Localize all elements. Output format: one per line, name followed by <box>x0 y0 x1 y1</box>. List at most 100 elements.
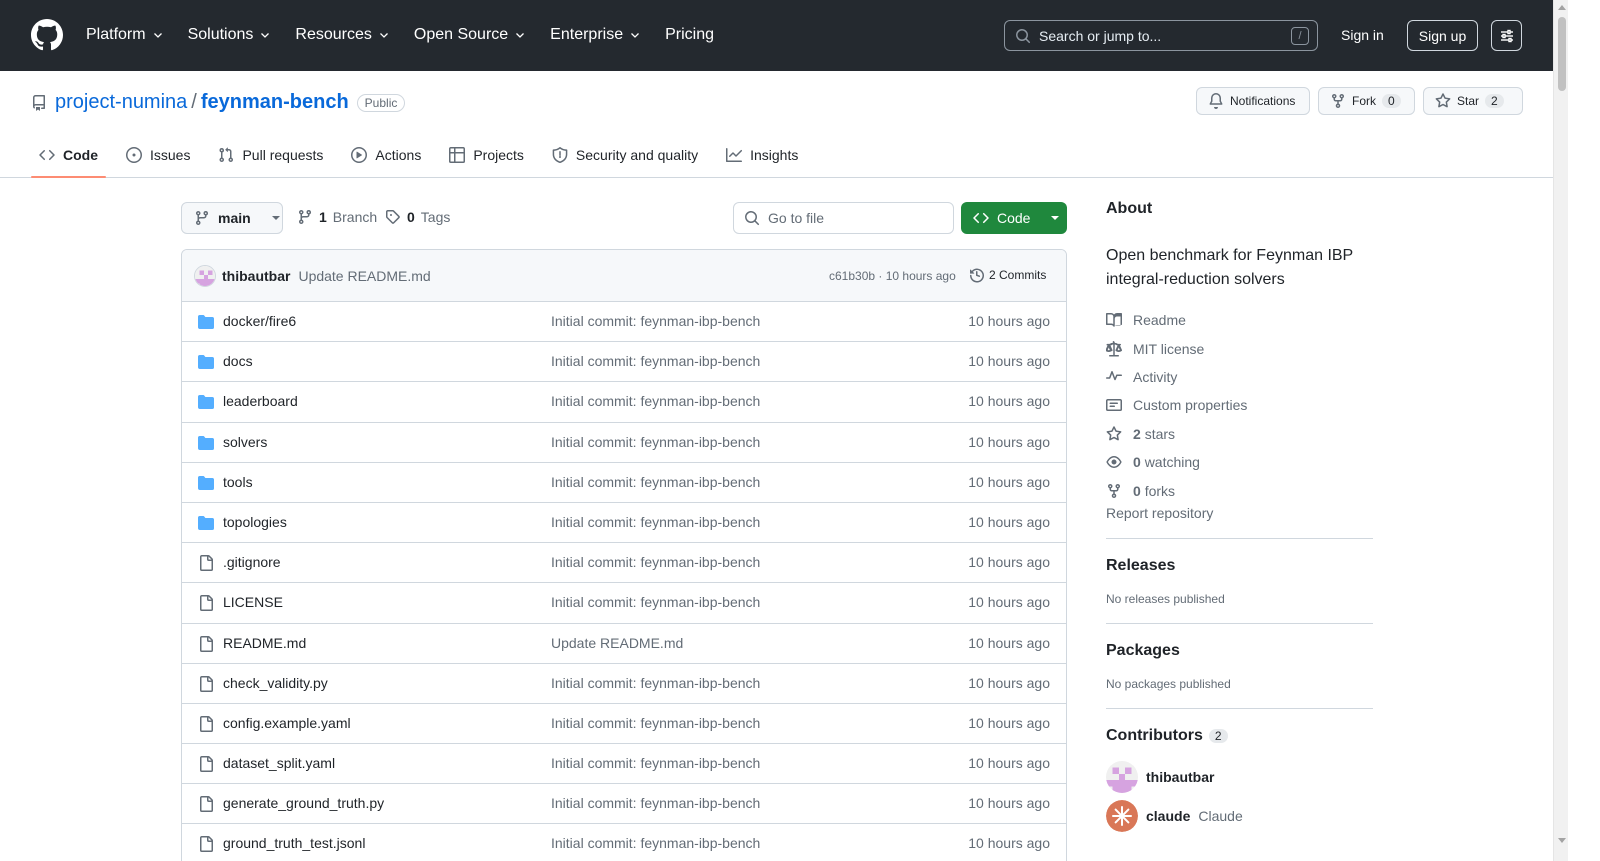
file-name-link[interactable]: docker/fire6 <box>223 313 296 329</box>
file-row[interactable]: LICENSE Initial commit: feynman-ibp-bench… <box>182 583 1066 624</box>
file-name-link[interactable]: config.example.yaml <box>223 715 351 731</box>
commit-message-link[interactable]: Update README.md <box>298 268 430 284</box>
file-row[interactable]: solvers Initial commit: feynman-ibp-bench… <box>182 423 1066 463</box>
nav-resources[interactable]: Resources <box>295 24 389 46</box>
page-scrollbar[interactable] <box>1553 0 1568 861</box>
contributors-heading[interactable]: Contributors 2 <box>1106 727 1373 745</box>
file-name-link[interactable]: tools <box>223 474 253 490</box>
file-name-link[interactable]: dataset_split.yaml <box>223 755 335 771</box>
contributor-thibautbar[interactable]: thibautbar <box>1106 760 1373 793</box>
commit-hash-time[interactable]: c61b30b · 10 hours ago <box>829 269 956 283</box>
file-commit-message-link[interactable]: Initial commit: feynman-ibp-bench <box>551 554 760 570</box>
about-link-forks[interactable]: 0 forks <box>1106 476 1373 504</box>
branch-selector-button[interactable]: main <box>181 202 283 234</box>
tab-pull-requests[interactable]: Pull requests <box>210 140 331 170</box>
file-commit-time: 10 hours ago <box>968 393 1050 410</box>
file-name-link[interactable]: README.md <box>223 635 306 651</box>
file-commit-message-link[interactable]: Initial commit: feynman-ibp-bench <box>551 474 760 490</box>
github-logo-icon[interactable] <box>31 19 63 51</box>
fork-button[interactable]: Fork 0 <box>1318 87 1415 115</box>
file-commit-message-link[interactable]: Initial commit: feynman-ibp-bench <box>551 434 760 450</box>
file-row[interactable]: tools Initial commit: feynman-ibp-bench 10… <box>182 463 1066 503</box>
shield-icon <box>552 147 568 163</box>
sign-in-link[interactable]: Sign in <box>1341 27 1384 43</box>
about-link-label: Activity <box>1133 368 1178 385</box>
contributor-claude[interactable]: claude Claude <box>1106 799 1373 832</box>
file-row[interactable]: config.example.yaml Initial commit: feynm… <box>182 704 1066 745</box>
about-link-activity[interactable]: Activity <box>1106 363 1373 391</box>
scroll-down-arrow-icon[interactable] <box>1558 838 1566 843</box>
about-link-watching[interactable]: 0 watching <box>1106 448 1373 476</box>
notifications-button[interactable]: Notifications <box>1196 87 1310 115</box>
file-name-link[interactable]: ground_truth_test.jsonl <box>223 835 365 851</box>
scroll-up-arrow-icon[interactable] <box>1558 5 1566 10</box>
file-row[interactable]: docs Initial commit: feynman-ibp-bench 10 … <box>182 342 1066 383</box>
file-icon <box>200 635 213 652</box>
tab-code[interactable]: Code <box>31 140 106 178</box>
about-link-stars[interactable]: 2 stars <box>1106 420 1373 448</box>
tab-actions[interactable]: Actions <box>343 140 429 170</box>
file-row[interactable]: topologies Initial commit: feynman-ibp-be… <box>182 503 1066 544</box>
file-commit-message-link[interactable]: Initial commit: feynman-ibp-bench <box>551 393 760 409</box>
nav-open-source[interactable]: Open Source <box>414 24 526 46</box>
file-commit-message-link[interactable]: Update README.md <box>551 635 683 651</box>
tags-link[interactable]: 0 Tags <box>385 209 450 225</box>
file-commit-message-link[interactable]: Initial commit: feynman-ibp-bench <box>551 795 760 811</box>
file-row[interactable]: check_validity.py Initial commit: feynman… <box>182 664 1066 704</box>
file-row[interactable]: README.md Update README.md 10 hours ago <box>182 624 1066 664</box>
file-name-link[interactable]: solvers <box>223 434 267 450</box>
file-name-link[interactable]: check_validity.py <box>223 675 328 691</box>
tab-projects[interactable]: Projects <box>441 140 532 170</box>
tab-issues[interactable]: Issues <box>118 140 198 170</box>
file-commit-message-link[interactable]: Initial commit: feynman-ibp-bench <box>551 353 760 369</box>
tab-insights[interactable]: Insights <box>718 140 806 170</box>
repo-owner-link[interactable]: project-numina <box>55 91 187 114</box>
nav-pricing[interactable]: Pricing <box>665 24 714 46</box>
repo-name-link[interactable]: feynman-bench <box>201 91 349 114</box>
file-commit-message-link[interactable]: Initial commit: feynman-ibp-bench <box>551 313 760 329</box>
global-search-input[interactable]: Search or jump to... / <box>1004 20 1318 51</box>
file-commit-message-link[interactable]: Initial commit: feynman-ibp-bench <box>551 715 760 731</box>
nav-platform[interactable]: Platform <box>86 24 164 46</box>
file-name-link[interactable]: LICENSE <box>223 594 283 610</box>
file-commit-message-link[interactable]: Initial commit: feynman-ibp-bench <box>551 755 760 771</box>
file-name-link[interactable]: .gitignore <box>223 554 281 570</box>
sign-up-button[interactable]: Sign up <box>1407 20 1478 51</box>
go-to-file-input[interactable]: Go to file <box>733 202 954 234</box>
file-commit-message-link[interactable]: Initial commit: feynman-ibp-bench <box>551 514 760 530</box>
avatar[interactable] <box>194 264 216 287</box>
about-link-readme[interactable]: Readme <box>1106 306 1373 334</box>
file-commit-message-link[interactable]: Initial commit: feynman-ibp-bench <box>551 675 760 691</box>
scrollbar-thumb[interactable] <box>1558 17 1566 91</box>
code-dropdown-button[interactable]: Code <box>961 202 1067 234</box>
releases-heading[interactable]: Releases <box>1106 557 1373 575</box>
avatar[interactable] <box>1106 760 1138 793</box>
report-repository-link[interactable]: Report repository <box>1106 505 1213 521</box>
about-link-custom-properties[interactable]: Custom properties <box>1106 391 1373 419</box>
packages-heading[interactable]: Packages <box>1106 642 1373 660</box>
avatar[interactable] <box>1106 799 1138 832</box>
commit-author-link[interactable]: thibautbar <box>222 268 290 284</box>
file-row[interactable]: docker/fire6 Initial commit: feynman-ibp-… <box>182 302 1066 343</box>
file-commit-message-link[interactable]: Initial commit: feynman-ibp-bench <box>551 835 760 851</box>
star-button[interactable]: Star 2 <box>1423 87 1523 115</box>
file-commit-time: 10 hours ago <box>968 313 1050 329</box>
nav-enterprise[interactable]: Enterprise <box>550 24 641 46</box>
file-commit-message-link[interactable]: Initial commit: feynman-ibp-bench <box>551 594 760 610</box>
file-row[interactable]: .gitignore Initial commit: feynman-ibp-be… <box>182 543 1066 584</box>
commits-history-link[interactable]: 2 Commits <box>969 267 1046 283</box>
file-name-link[interactable]: generate_ground_truth.py <box>223 795 384 811</box>
nav-solutions[interactable]: Solutions <box>188 24 272 46</box>
file-row[interactable]: dataset_split.yaml Initial commit: feynma… <box>182 744 1066 785</box>
search-icon <box>745 211 760 226</box>
file-row[interactable]: ground_truth_test.jsonl Initial commit: f… <box>182 824 1066 861</box>
file-name-link[interactable]: topologies <box>223 514 287 530</box>
file-row[interactable]: generate_ground_truth.py Initial commit: … <box>182 784 1066 825</box>
tab-security-and-quality[interactable]: Security and quality <box>544 140 706 170</box>
about-link-mit-license[interactable]: MIT license <box>1106 334 1373 362</box>
settings-menu-button[interactable] <box>1491 20 1522 51</box>
branches-link[interactable]: 1 Branch <box>297 209 377 225</box>
file-name-link[interactable]: docs <box>223 353 253 369</box>
file-row[interactable]: leaderboard Initial commit: feynman-ibp-b… <box>182 382 1066 423</box>
file-name-link[interactable]: leaderboard <box>223 393 298 409</box>
